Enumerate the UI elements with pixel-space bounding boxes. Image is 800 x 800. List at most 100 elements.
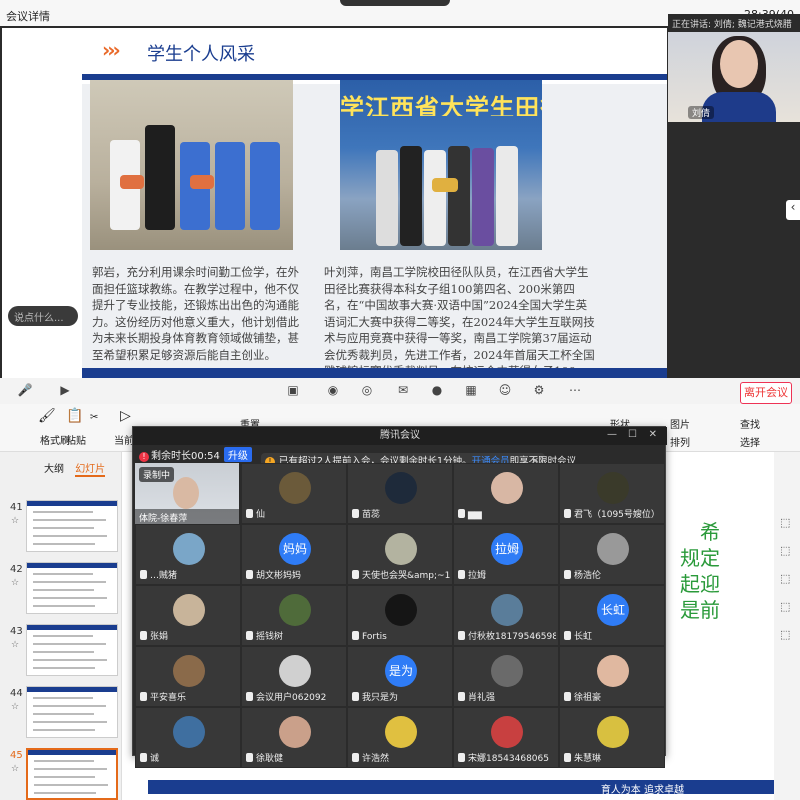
participant-tile[interactable]: Fortis <box>347 585 453 646</box>
slide-green-text: 希 <box>700 520 720 544</box>
right-tool-pane: ⬚ ⬚ ⬚ ⬚ ⬚ <box>774 452 800 800</box>
participant-tile[interactable]: 拉姆 拉姆 <box>453 524 559 585</box>
mic-icon[interactable]: 🎤 <box>16 381 34 399</box>
participant-tile[interactable]: 会议用户062092 <box>241 646 347 707</box>
participant-avatar <box>279 594 311 626</box>
mic-icon <box>564 570 571 579</box>
participant-tile[interactable]: 杨浩伦 <box>559 524 665 585</box>
paste-button[interactable]: 粘贴 <box>66 432 86 447</box>
slide-thumbnail[interactable] <box>26 686 118 738</box>
slide-title: 学生个人风采 <box>147 44 255 65</box>
play-icon[interactable]: ▷ <box>120 408 131 424</box>
participant-name-text: ▆▆ <box>468 510 482 520</box>
tab-slides[interactable]: 幻灯片 <box>75 464 106 477</box>
cut-icon[interactable]: ✂ <box>90 412 98 423</box>
share-screen-icon[interactable]: ▣ <box>284 381 302 399</box>
star-icon[interactable]: ☆ <box>11 578 19 588</box>
tool-icon[interactable]: ⬚ <box>780 516 794 530</box>
chat-icon[interactable]: ✉ <box>394 381 412 399</box>
participant-tile[interactable]: 宋娜18543468065 <box>453 707 559 768</box>
slide-thumbnail[interactable] <box>26 748 118 800</box>
participant-name: 苗蕊 <box>352 507 450 520</box>
mic-icon <box>246 692 253 701</box>
tab-outline[interactable]: 大纲 <box>44 464 64 475</box>
participant-name: Fortis <box>352 630 450 642</box>
video-icon[interactable]: ▶ <box>56 381 74 399</box>
minimize-icon[interactable]: — <box>607 429 617 440</box>
slide-number: 45 <box>10 750 23 761</box>
chevron-icon: ››› <box>102 38 121 62</box>
star-icon[interactable]: ☆ <box>11 702 19 712</box>
participant-tile[interactable]: 长虹 长虹 <box>559 585 665 646</box>
participant-name-text: 仙 <box>256 510 266 520</box>
participant-avatar <box>597 655 629 687</box>
participant-avatar <box>491 716 523 748</box>
upgrade-button[interactable]: 升级 <box>223 447 252 462</box>
tool-icon[interactable]: ⬚ <box>780 628 794 642</box>
participant-tile[interactable]: 肖礼强 <box>453 646 559 707</box>
participant-name-text: 诚 <box>150 754 160 764</box>
participant-tile[interactable]: 君飞（1095号嫂位） <box>559 463 665 524</box>
more-icon[interactable]: ⋯ <box>566 381 584 399</box>
participant-tile[interactable]: 天使也会哭&amp;~1397930… <box>347 524 453 585</box>
participant-avatar: 妈妈 <box>279 533 311 565</box>
self-video-tile[interactable]: 录制中 体院-徐春萍 <box>135 463 239 524</box>
participant-tile[interactable]: 妈妈 胡文彬妈妈 <box>241 524 347 585</box>
settings-icon[interactable]: ⚙ <box>530 381 548 399</box>
presenter-video[interactable]: 刘倩 <box>668 32 800 122</box>
paste-icon[interactable]: 📋 <box>66 408 83 424</box>
meeting-toolbar: 🎤 ▶ ▣ ◉ ◎ ✉ ● ▦ ☺ ⚙ ⋯ <box>0 378 800 406</box>
tool-icon[interactable]: ⬚ <box>780 544 794 558</box>
participant-name: 许浩然 <box>352 751 450 764</box>
leave-meeting-button[interactable]: 离开会议 <box>740 382 792 404</box>
participant-tile[interactable]: 张娟 <box>135 585 241 646</box>
star-icon[interactable]: ☆ <box>11 516 19 526</box>
participant-tile[interactable]: 朱慧琳 <box>559 707 665 768</box>
mic-icon <box>352 753 359 762</box>
find-button[interactable]: 查找 <box>740 416 760 431</box>
participant-name-text: 宋娜18543468065 <box>468 754 549 764</box>
star-icon[interactable]: ☆ <box>11 640 19 650</box>
apps-icon[interactable]: ▦ <box>462 381 480 399</box>
editing-footer-text: 育人为本 追求卓越 <box>600 785 684 796</box>
speaking-indicator: 正在讲话: 刘倩; 魏记港式烧腊 <box>668 14 800 32</box>
participant-tile[interactable]: …贼猪 <box>135 524 241 585</box>
participant-tile[interactable]: ▆▆ <box>453 463 559 524</box>
tool-icon[interactable]: ⬚ <box>780 600 794 614</box>
participant-tile[interactable]: 摇钱树 <box>241 585 347 646</box>
participant-tile[interactable]: 徐祖豪 <box>559 646 665 707</box>
participant-name: ▆▆ <box>458 508 556 520</box>
participant-avatar: 是为 <box>385 655 417 687</box>
record-icon[interactable]: ● <box>428 381 446 399</box>
image-button[interactable]: 图片 <box>670 416 690 431</box>
participant-tile[interactable]: 是为 我只是为 <box>347 646 453 707</box>
participant-tile[interactable]: 付秋枚18179546598 <box>453 585 559 646</box>
slide-thumbnail[interactable] <box>26 500 118 552</box>
chat-input[interactable]: 说点什么... <box>8 306 78 326</box>
participants-icon[interactable]: ◎ <box>358 381 376 399</box>
shared-slide: ››› 学生个人风采 学江西省大学生田径 郭岩，充分利用课余时间勤工俭学，在外面… <box>2 28 667 378</box>
participant-tile[interactable]: 徐耿健 <box>241 707 347 768</box>
participant-avatar <box>279 655 311 687</box>
star-icon[interactable]: ☆ <box>11 764 19 774</box>
slide-thumbnail[interactable] <box>26 624 118 676</box>
chevron-left-icon[interactable]: ‹ <box>786 200 800 220</box>
participant-tile[interactable]: 仙 <box>241 463 347 524</box>
slide-thumbnail[interactable] <box>26 562 118 614</box>
tencent-meeting-window[interactable]: 腾讯会议 — ☐ ✕ ! 剩余时长00:54 升级 ! 已有超过2人提前入会，会议剩… <box>132 426 667 768</box>
meeting-detail-label: 会议详情 <box>6 10 50 23</box>
close-icon[interactable]: ✕ <box>649 429 657 440</box>
mic-icon <box>352 631 359 640</box>
arrange-button[interactable]: 排列 <box>670 434 690 449</box>
participant-tile[interactable]: 许浩然 <box>347 707 453 768</box>
format-painter-icon[interactable]: 🖌 <box>38 408 56 424</box>
slide-green-text: 起迎 <box>680 572 720 596</box>
reaction-icon[interactable]: ☺ <box>496 381 514 399</box>
maximize-icon[interactable]: ☐ <box>628 429 637 440</box>
participant-tile[interactable]: 苗蕊 <box>347 463 453 524</box>
select-button[interactable]: 选择 <box>740 434 760 449</box>
member-icon[interactable]: ◉ <box>324 381 342 399</box>
participant-tile[interactable]: 诚 <box>135 707 241 768</box>
tool-icon[interactable]: ⬚ <box>780 572 794 586</box>
participant-tile[interactable]: 平安喜乐 <box>135 646 241 707</box>
